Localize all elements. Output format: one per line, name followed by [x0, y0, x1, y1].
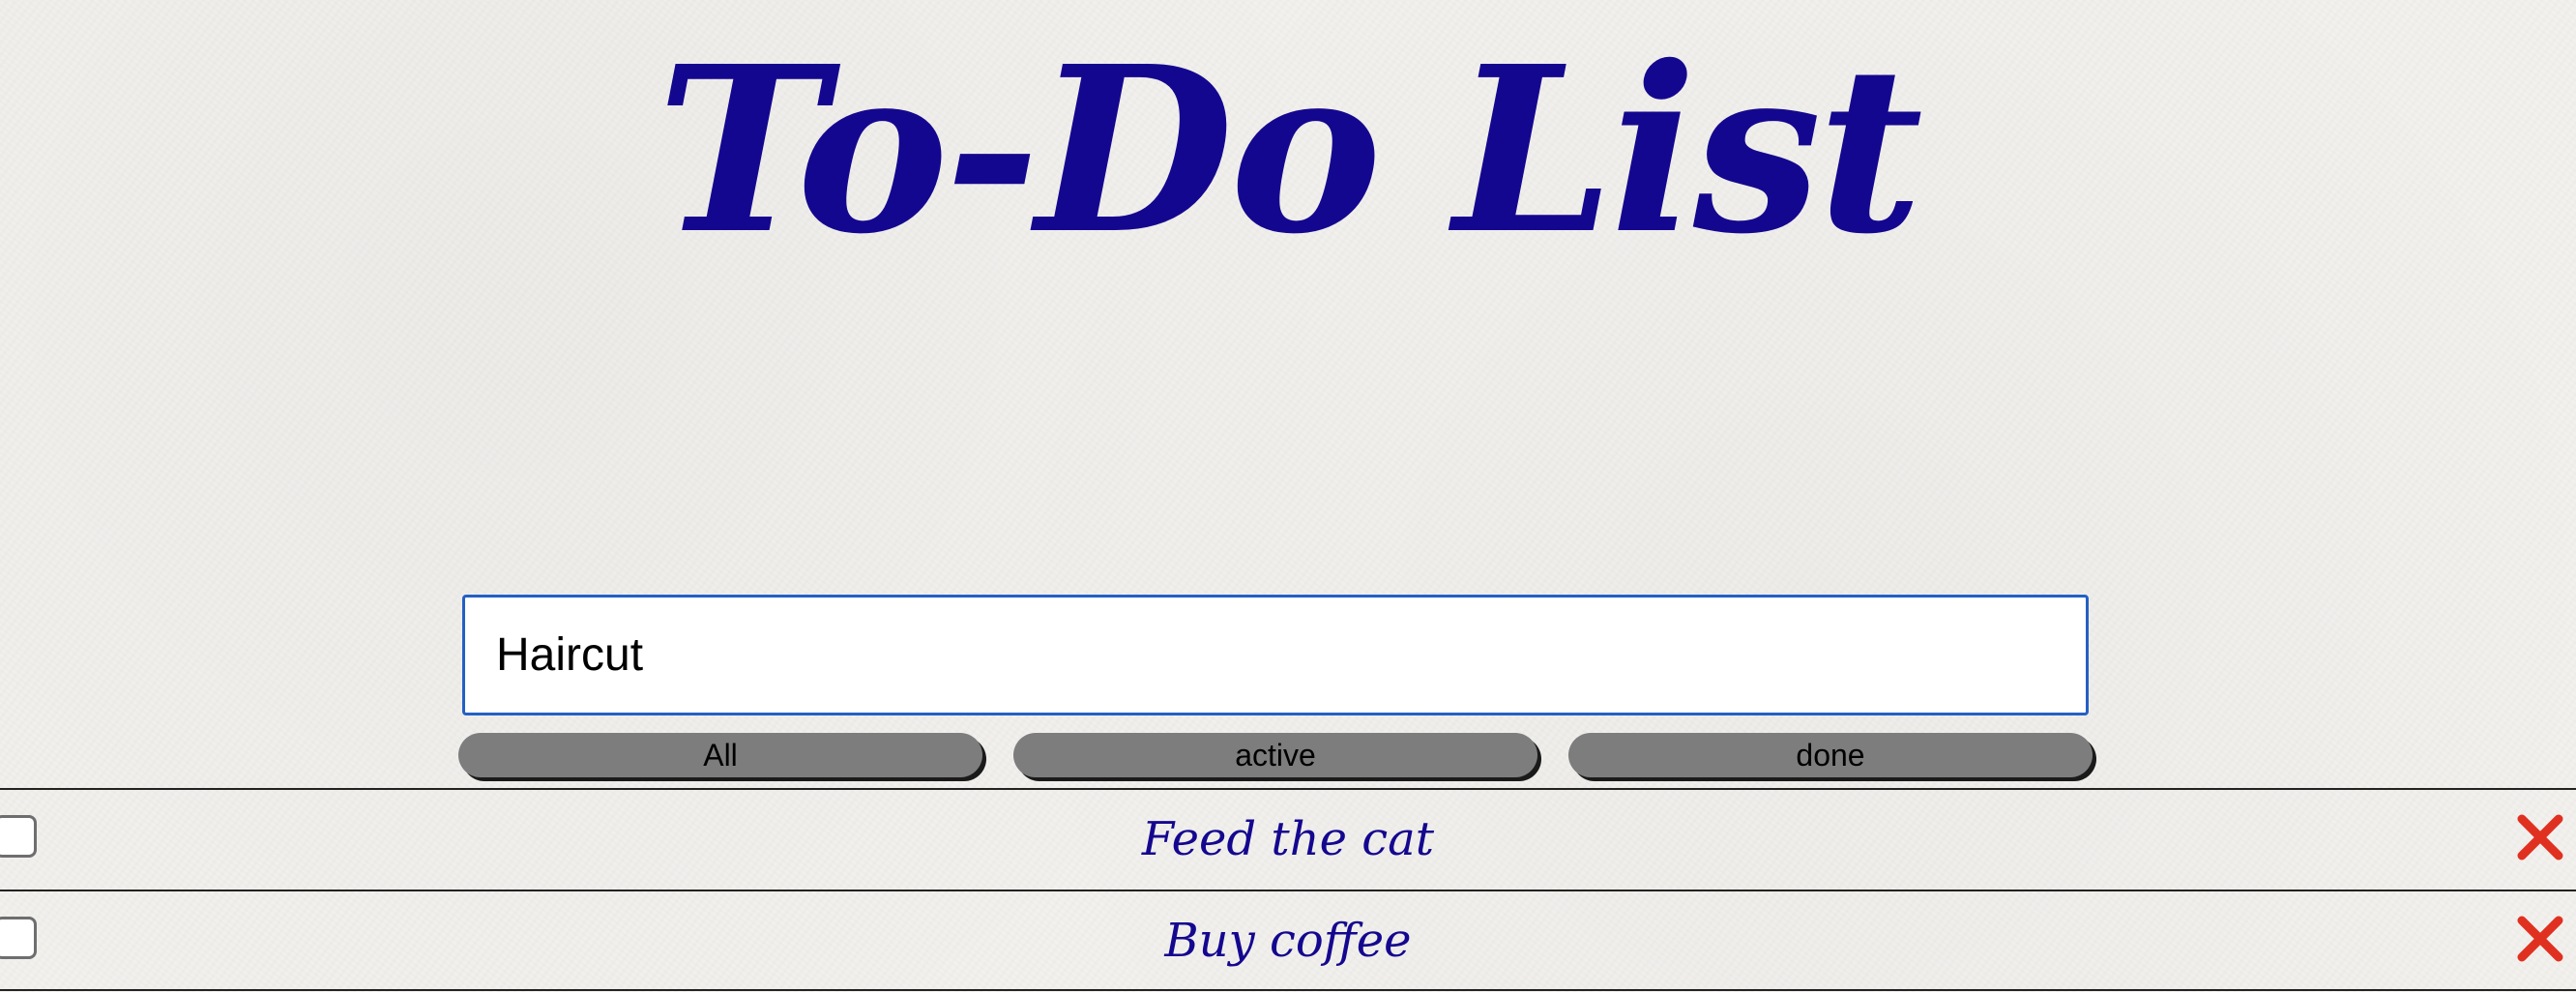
todo-item: Feed the cat — [0, 788, 2576, 890]
filter-all-button[interactable]: All — [458, 733, 982, 777]
todo-item: Buy coffee — [0, 890, 2576, 991]
todo-list: Feed the cat Buy coffee — [0, 788, 2576, 991]
todo-text: Feed the cat — [1141, 812, 1435, 866]
todo-checkbox[interactable] — [0, 815, 37, 858]
close-icon[interactable] — [2514, 811, 2566, 863]
todo-checkbox[interactable] — [0, 917, 37, 959]
filter-active-button[interactable]: active — [1013, 733, 1537, 777]
new-todo-input[interactable] — [462, 595, 2089, 715]
close-icon[interactable] — [2514, 913, 2566, 965]
todo-text: Buy coffee — [1164, 914, 1412, 968]
page-title: To-Do List — [657, 15, 1923, 284]
filter-done-button[interactable]: done — [1568, 733, 2093, 777]
